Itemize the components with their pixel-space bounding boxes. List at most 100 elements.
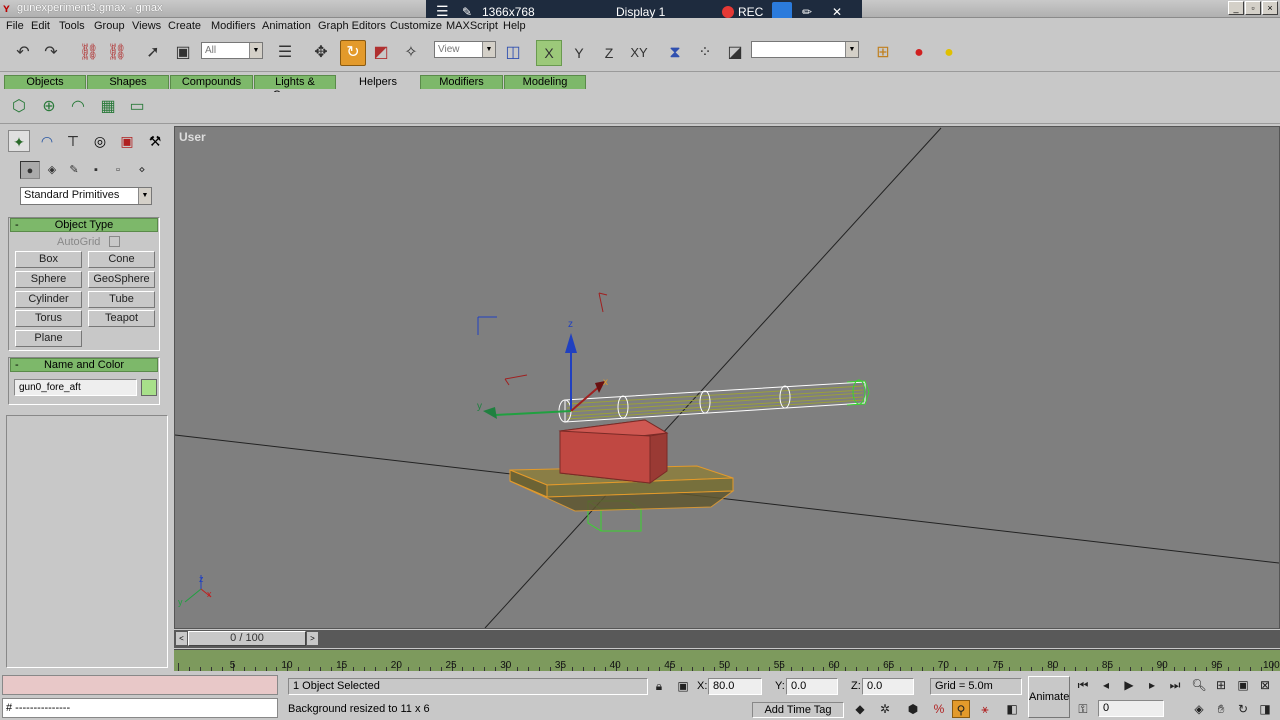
maximize-viewport-icon[interactable]: ◨ — [1256, 700, 1274, 718]
teapot-button[interactable]: Teapot — [88, 310, 155, 327]
region-select-icon[interactable]: ▣ — [170, 40, 196, 66]
user-viewport[interactable]: User z y x z y x — [174, 126, 1280, 629]
shapes-category-icon[interactable]: ◈ — [42, 161, 62, 179]
object-name-field[interactable]: gun0_fore_aft — [14, 379, 137, 396]
tab-compounds[interactable]: Compounds — [170, 75, 253, 89]
menu-animation[interactable]: Animation — [262, 20, 311, 32]
select-and-rotate-icon[interactable]: ↻ — [340, 40, 366, 66]
select-and-scale-icon[interactable]: ◩ — [368, 40, 394, 66]
sphere-button[interactable]: Sphere — [15, 271, 82, 288]
tab-shapes[interactable]: Shapes — [87, 75, 169, 89]
add-time-tag-button[interactable]: Add Time Tag — [752, 702, 844, 718]
select-object-icon[interactable]: ➚ — [140, 40, 166, 66]
box-button[interactable]: Box — [15, 251, 82, 268]
zoom-icon[interactable]: 🔍︎ — [1190, 676, 1208, 694]
cameras-category-icon[interactable]: ▪ — [86, 161, 106, 179]
geosphere-button[interactable]: GeoSphere — [88, 271, 155, 288]
transform-gizmo[interactable]: z y x — [477, 319, 608, 419]
previous-frame-icon[interactable]: ◂ — [1097, 676, 1115, 694]
autogrid-checkbox[interactable] — [109, 236, 120, 247]
restrict-xy-button[interactable]: XY — [626, 40, 652, 66]
menu-views[interactable]: Views — [132, 20, 161, 32]
rec-button[interactable]: REC — [738, 5, 763, 19]
menu-tools[interactable]: Tools — [59, 20, 85, 32]
arc-rotate-icon[interactable]: ↻ — [1234, 700, 1252, 718]
tape-helper-icon[interactable]: ▭ — [126, 96, 148, 118]
helpers-category-icon[interactable]: ▫ — [108, 161, 128, 179]
tab-modeling[interactable]: Modeling — [504, 75, 586, 89]
selection-filter-dropdown[interactable]: All ▼ — [201, 42, 263, 59]
menu-group[interactable]: Group — [94, 20, 125, 32]
select-by-name-icon[interactable]: ☰ — [272, 40, 298, 66]
cylinder-button[interactable]: Cylinder — [15, 291, 82, 308]
spinner-snap-icon[interactable]: ⚲ — [952, 700, 970, 718]
restrict-x-button[interactable]: X — [536, 40, 562, 66]
name-and-color-header[interactable]: - Name and Color — [10, 358, 158, 372]
zoom-all-icon[interactable]: ⊞ — [1212, 676, 1230, 694]
menu-customize[interactable]: Customize — [390, 20, 442, 32]
pen-icon[interactable]: ✏ — [802, 5, 812, 19]
go-to-end-icon[interactable]: ⏭ — [1166, 676, 1184, 694]
restrict-y-button[interactable]: Y — [566, 40, 592, 66]
close-button[interactable]: × — [1262, 1, 1278, 15]
zoom-extents-icon[interactable]: ▣ — [1234, 676, 1252, 694]
next-frame-arrow-icon[interactable]: > — [307, 632, 318, 645]
undo-icon[interactable]: ↶ — [10, 40, 36, 66]
turret-box[interactable] — [558, 419, 669, 484]
pan-icon[interactable]: ✋︎ — [1212, 700, 1230, 718]
pivot-center-icon[interactable]: ◫ — [500, 40, 526, 66]
primitive-type-dropdown[interactable]: Standard Primitives ▼ — [20, 187, 152, 205]
layer-icon[interactable]: ⊞ — [870, 40, 896, 66]
animate-button[interactable]: Animate — [1028, 676, 1070, 718]
angle-snap-icon[interactable]: ⬢ — [904, 700, 922, 718]
menu-graph-editors[interactable]: Graph Editors — [318, 20, 386, 32]
next-frame-icon[interactable]: ▸ — [1143, 676, 1161, 694]
object-color-swatch[interactable] — [141, 379, 157, 396]
dummy-helper-icon[interactable]: ⬡ — [8, 96, 30, 118]
mirror-icon[interactable]: ⧗ — [662, 40, 688, 66]
menu-create[interactable]: Create — [168, 20, 201, 32]
lock-selection-icon[interactable]: 🔒︎ — [650, 677, 668, 695]
z-coordinate-field[interactable]: 0.0 — [862, 678, 914, 695]
track-bar[interactable]: 5 10 15 20 25 30 35 40 45 50 55 60 65 70 75 80 85 90 95 100 — [174, 649, 1280, 671]
tab-lights-cameras[interactable]: Lights & Cameras — [254, 75, 336, 101]
maxscript-listener-pink[interactable] — [2, 675, 278, 695]
tab-objects[interactable]: Objects — [4, 75, 86, 89]
object-type-header[interactable]: - Object Type — [10, 218, 158, 232]
redo-icon[interactable]: ↷ — [38, 40, 64, 66]
protractor-icon[interactable]: ◠ — [67, 96, 89, 118]
array-icon[interactable]: ⁘ — [692, 40, 718, 66]
grid-helper-icon[interactable]: ▦ — [97, 96, 119, 118]
menu-maxscript[interactable]: MAXScript — [446, 20, 498, 32]
tab-helpers[interactable]: Helpers — [337, 75, 419, 89]
render-icon[interactable]: ● — [936, 40, 962, 66]
menu-edit[interactable]: Edit — [31, 20, 50, 32]
unlink-icon[interactable]: ⛓ — [104, 40, 130, 66]
material-editor-icon[interactable]: ● — [906, 40, 932, 66]
crossing-icon[interactable]: ⚹ — [976, 700, 994, 718]
geometry-category-icon[interactable]: ● — [20, 161, 40, 179]
zoom-extents-all-icon[interactable]: ⊠ — [1256, 676, 1274, 694]
select-and-move-icon[interactable]: ✥ — [308, 40, 334, 66]
lights-category-icon[interactable]: ✎ — [64, 161, 84, 179]
named-selection-dropdown[interactable]: ▼ — [751, 41, 859, 58]
field-of-view-icon[interactable]: ◈ — [1190, 700, 1208, 718]
tab-modifiers[interactable]: Modifiers — [420, 75, 503, 89]
restrict-z-button[interactable]: Z — [596, 40, 622, 66]
plane-button[interactable]: Plane — [15, 330, 82, 347]
reference-coord-dropdown[interactable]: View ▼ — [434, 41, 496, 58]
tube-button[interactable]: Tube — [88, 291, 155, 308]
torus-button[interactable]: Torus — [15, 310, 82, 327]
display-panel-icon[interactable]: ▣ — [116, 130, 138, 152]
close-overlay-icon[interactable]: ✕ — [832, 5, 842, 19]
cone-button[interactable]: Cone — [88, 251, 155, 268]
prev-frame-arrow-icon[interactable]: < — [176, 632, 187, 645]
window-crossing-icon[interactable]: ◧ — [1003, 700, 1021, 718]
restore-button[interactable]: ▫ — [1245, 1, 1261, 15]
pin-icon[interactable]: ✎ — [462, 5, 472, 19]
viewport-shading-icon[interactable]: ◆ — [851, 700, 869, 718]
create-panel-icon[interactable]: ✦ — [8, 130, 30, 152]
y-coordinate-field[interactable]: 0.0 — [786, 678, 838, 695]
maxscript-listener-white[interactable]: # --------------- — [2, 698, 278, 718]
menu-file[interactable]: File — [6, 20, 24, 32]
